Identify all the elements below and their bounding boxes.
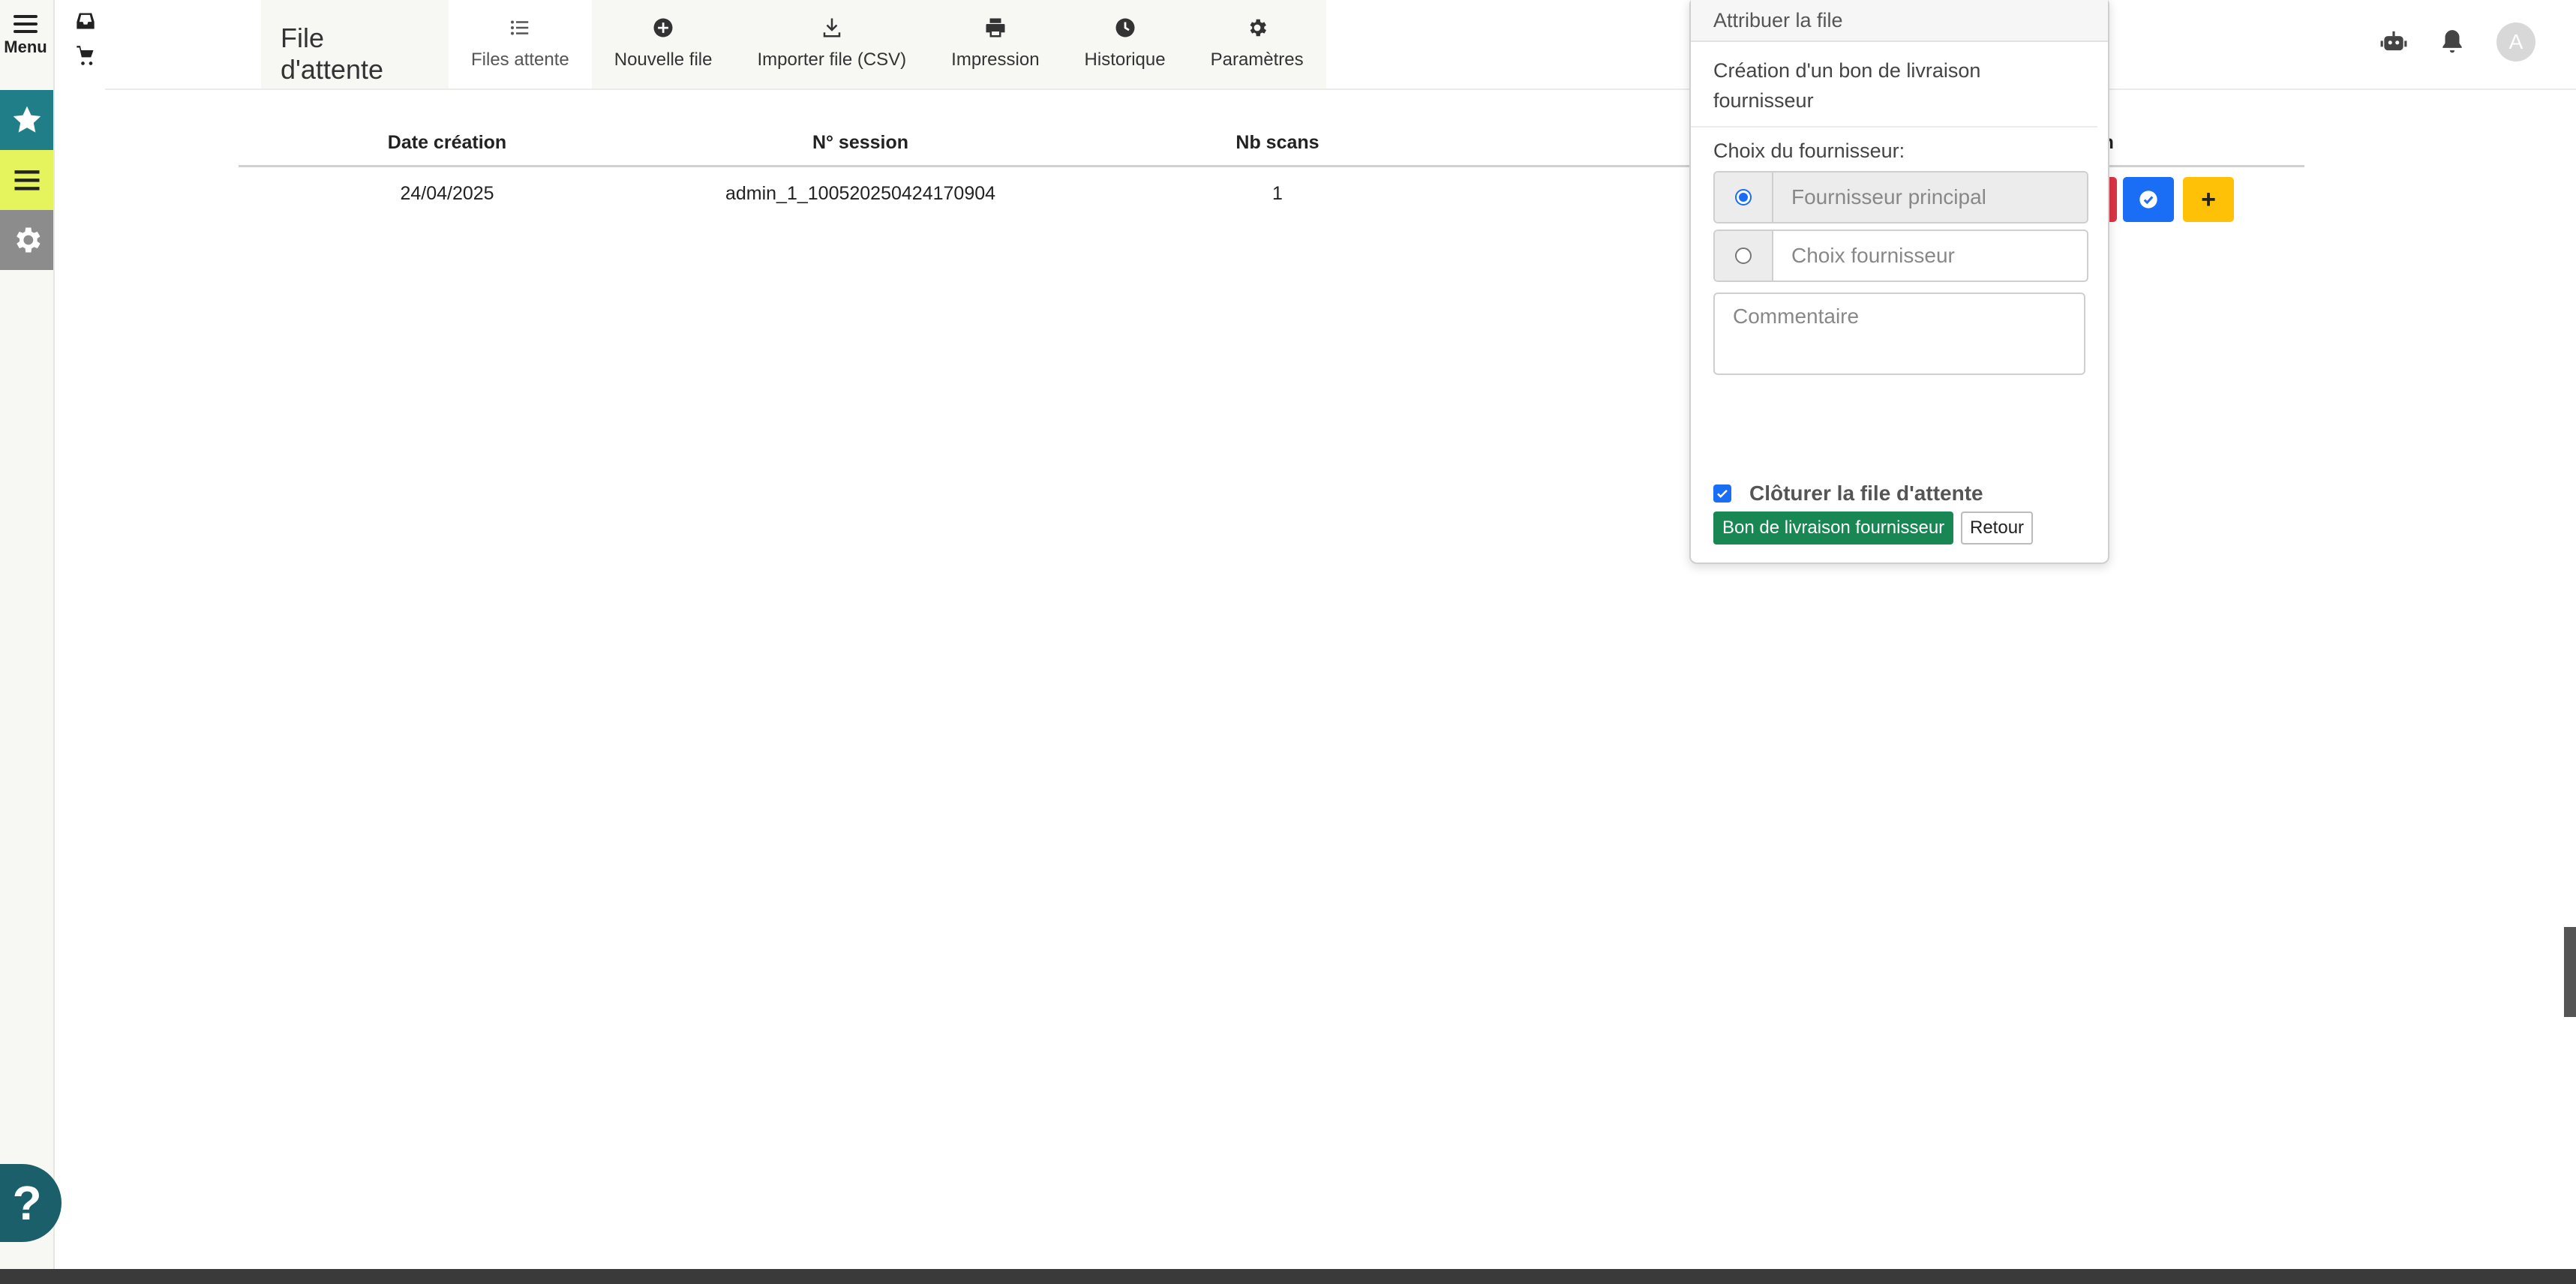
bell-icon[interactable] (2438, 28, 2466, 56)
download-icon (823, 18, 841, 38)
popup-title: Attribuer la file (1691, 0, 2108, 42)
quick-icons (75, 10, 105, 80)
back-button[interactable]: Retour (1961, 512, 2034, 544)
scrollbar[interactable] (2564, 927, 2576, 1017)
add-button[interactable]: + (2183, 177, 2234, 222)
comment-textarea[interactable]: Commentaire (1713, 292, 2085, 375)
inbox-icon[interactable] (75, 10, 96, 32)
clock-icon (1115, 18, 1135, 38)
main-supplier-option[interactable]: Fournisseur principal (1713, 171, 2088, 224)
tab-parametres[interactable]: Paramètres (1188, 0, 1326, 88)
choose-supplier-radio[interactable] (1735, 248, 1752, 264)
tab-label: Importer file (CSV) (757, 50, 907, 70)
tab-bar: File d'attente Files attente Nouvelle fi… (261, 0, 1326, 88)
tab-label: Nouvelle file (614, 50, 713, 70)
check-circle-icon (2139, 190, 2157, 208)
main-supplier-radio[interactable] (1735, 189, 1752, 206)
star-icon (13, 106, 41, 133)
close-queue-checkbox[interactable] (1713, 484, 1731, 502)
gear-icon (16, 227, 41, 253)
main-supplier-field: Fournisseur principal (1773, 172, 2087, 222)
tab-label: Impression (951, 50, 1040, 70)
close-queue-label: Clôturer la file d'attente (1749, 482, 1983, 505)
favorites-button[interactable] (0, 90, 53, 150)
supplier-choice-label: Choix du fournisseur: (1713, 140, 1905, 162)
assign-queue-popup: Attribuer la file Création d'un bon de l… (1689, 0, 2109, 564)
choose-supplier-option[interactable]: Choix fournisseur (1713, 230, 2088, 282)
tab-impression[interactable]: Impression (929, 0, 1061, 88)
close-queue-checkbox-row[interactable]: Clôturer la file d'attente (1713, 482, 1983, 506)
printer-icon (986, 18, 1005, 38)
tab-nouvelle-file[interactable]: Nouvelle file (592, 0, 735, 88)
radio-container (1715, 172, 1773, 222)
popup-subtitle: Création d'un bon de livraison fournisse… (1691, 42, 2097, 128)
page-title: File d'attente (281, 22, 383, 85)
cell-date: 24/04/2025 (400, 182, 494, 204)
supplier-input[interactable]: Choix fournisseur (1773, 231, 2087, 280)
list-menu-button[interactable] (0, 150, 53, 210)
supplier-delivery-button[interactable]: Bon de livraison fournisseur (1713, 512, 1954, 544)
radio-container (1715, 231, 1773, 280)
cell-session: admin_1_100520250424170904 (725, 182, 996, 204)
col-date-creation[interactable]: Date création (239, 132, 656, 154)
validate-button[interactable] (2123, 177, 2174, 222)
checkmark-icon (1717, 489, 1728, 498)
gear-icon (1250, 19, 1266, 37)
settings-rail-button[interactable] (0, 210, 53, 270)
avatar[interactable]: A (2496, 22, 2535, 62)
cell-scans: 1 (1272, 182, 1283, 204)
tab-label: Paramètres (1210, 50, 1304, 70)
cart-icon[interactable] (75, 45, 96, 66)
menu-button[interactable]: Menu (3, 10, 48, 57)
menu-label: Menu (4, 38, 47, 56)
tab-importer-csv[interactable]: Importer file (CSV) (734, 0, 929, 88)
list-icon (14, 170, 39, 190)
left-rail: Menu (0, 0, 55, 1284)
tab-files-attente[interactable]: Files attente (449, 0, 592, 88)
col-nb-scans[interactable]: Nb scans (1065, 132, 1490, 154)
plus-circle-icon (653, 18, 673, 38)
header-actions: A (2379, 22, 2535, 62)
tab-label: Historique (1084, 50, 1166, 70)
tab-label: Files attente (471, 50, 569, 70)
bottom-strip (0, 1269, 2576, 1284)
list-icon (511, 20, 529, 35)
tab-historique[interactable]: Historique (1062, 0, 1188, 88)
col-session[interactable]: N° session (656, 132, 1065, 154)
hamburger-icon (14, 15, 38, 33)
robot-icon[interactable] (2379, 28, 2408, 56)
